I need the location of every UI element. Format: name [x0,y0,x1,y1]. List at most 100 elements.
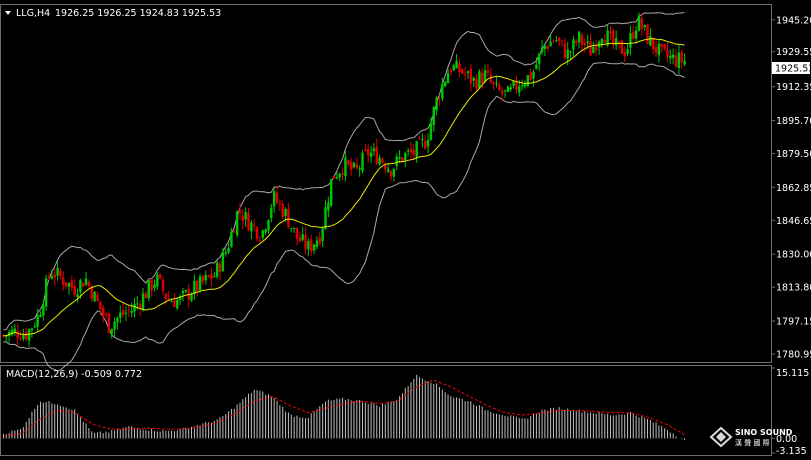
candle-body [144,293,148,299]
candle-body [432,107,435,125]
candle-body [577,31,581,43]
candle-body [312,244,316,251]
candle-body [369,152,373,157]
ma-line [3,38,685,337]
candle-body [629,33,632,48]
current-price-label: 1925.53 [775,64,811,75]
candle-body [99,301,102,310]
candle-body [107,313,111,333]
candle-body [184,290,188,292]
candle-body [546,46,549,49]
candle-body [498,84,501,91]
candle-body [654,47,658,53]
candle-body [150,279,153,291]
candle-body [116,317,119,323]
price-tick-label: 1846.65 [776,216,811,227]
candle-body [632,31,635,39]
candle-body [136,303,139,305]
candle-body [657,43,661,56]
macd-histogram [2,374,686,440]
candle-body [609,31,612,33]
candle-body [147,280,150,299]
candle-body [404,153,407,161]
candle-body [113,321,116,330]
candle-body [612,30,615,45]
candle-body [429,122,433,140]
price-tick-label: 1895.70 [776,116,811,127]
candle-body [486,70,490,73]
candle-body [478,71,481,88]
candle-body [452,65,455,71]
candle-body [426,140,430,147]
candle-body [161,279,165,291]
candle-body [677,52,681,68]
candle-body [233,231,236,233]
price-tick-label: 1879.50 [776,149,811,160]
candle-body [255,227,259,239]
candle-body [87,281,91,286]
candle-body [500,90,504,94]
candle-body [458,63,461,72]
price-tick-label: 1780.95 [776,349,811,360]
header-dropdown-icon[interactable] [5,11,11,15]
candle-body [406,150,410,152]
candle-body [241,215,245,222]
candle-body [543,45,547,49]
candle-body [566,49,569,59]
candle-body [412,150,416,155]
candle-body [671,54,675,59]
candle-body [119,312,122,318]
candle-body [352,163,356,168]
candle-body [526,75,530,86]
candle-body [315,240,319,248]
candle-body [529,72,532,80]
candle-body [421,139,424,141]
candle-body [424,140,427,149]
candle-body [512,81,515,86]
candle-body [193,281,196,295]
macd-label: MACD(12,26,9) -0.509 0.772 [6,369,142,380]
candle-body [503,90,507,92]
candle-body [173,299,176,307]
header-symbol: LLG,H4 [16,8,50,19]
candle-body [347,160,350,164]
candle-body [235,211,239,236]
candle-body [438,98,441,100]
macd-tick-label: -3.135 [776,446,807,457]
price-tick-label: 1862.85 [776,183,811,194]
brand-chinese: 漢 聲 國 際 [735,438,770,447]
main-panel-frame [0,4,772,363]
candle-body [64,282,68,287]
candle-body [446,72,450,84]
candle-body [620,40,624,55]
candle-body [372,148,376,152]
candle-body [139,304,142,309]
candle-body [335,177,339,179]
macd-axis: 15.1150.00-3.135 [771,367,809,457]
candle-body [301,234,304,240]
candle-body [141,293,145,311]
candle-body [130,310,133,313]
candle-body [509,87,512,90]
header-ohlc: 1926.25 1926.25 1924.83 1925.53 [55,8,221,19]
candle-body [392,168,396,177]
candle-body [466,71,470,73]
candle-body [669,55,672,59]
candle-body [247,213,250,231]
candle-body [401,157,404,162]
candle-body [22,334,25,340]
candle-body [560,40,564,42]
candle-body [272,190,276,207]
candle-body [121,309,125,315]
candle-body [250,222,253,232]
candle-body [93,291,96,302]
candle-body [415,141,418,158]
candle-body [409,149,413,153]
candle-body [441,83,444,99]
price-chart: LLG,H4 1926.25 1926.25 1924.83 1925.53 1… [0,4,811,457]
candle-body [47,276,51,278]
candle-body [600,39,604,44]
candle-body [580,34,584,45]
candle-body [614,38,618,46]
candle-body [207,275,210,277]
